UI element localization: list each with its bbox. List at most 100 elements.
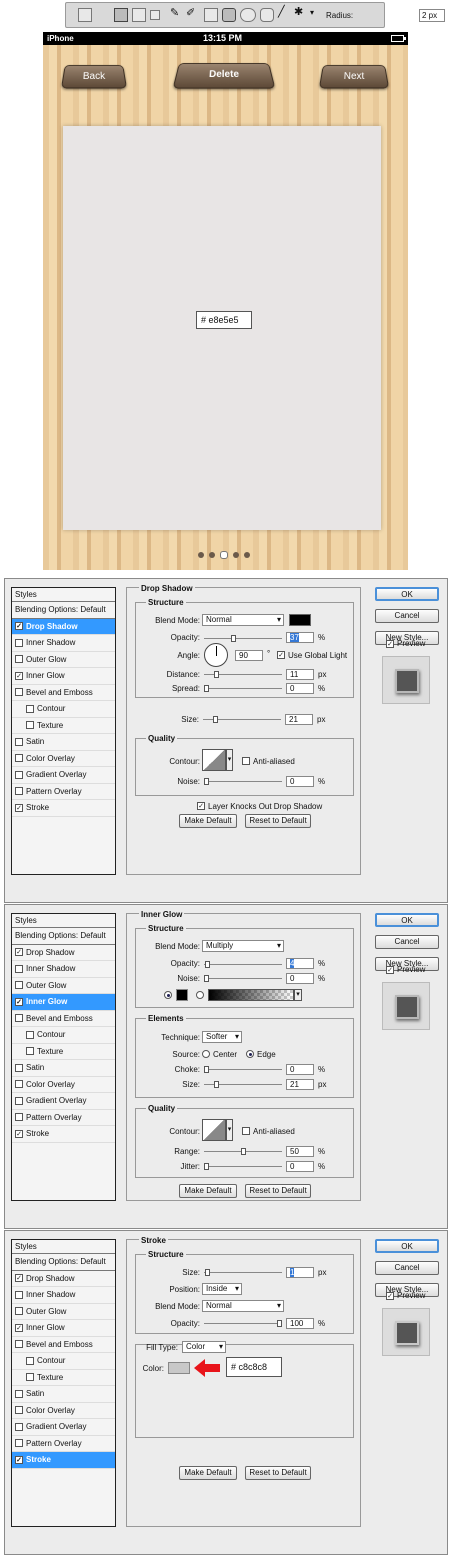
- style-item-contour[interactable]: Contour: [12, 1353, 115, 1370]
- freeform-pen-icon[interactable]: ✐: [186, 6, 200, 20]
- style-checkbox[interactable]: [15, 1422, 23, 1431]
- opacity-slider[interactable]: [204, 961, 282, 968]
- style-item-pattern-overlay[interactable]: Pattern Overlay: [12, 1436, 115, 1452]
- style-checkbox[interactable]: [26, 1047, 34, 1056]
- style-item-inner-shadow[interactable]: Inner Shadow: [12, 961, 115, 978]
- style-item-contour[interactable]: Contour: [12, 701, 115, 718]
- global-light-checkbox[interactable]: ✓: [277, 651, 285, 659]
- source-center-radio[interactable]: [202, 1050, 210, 1058]
- radius-input[interactable]: 2 px: [419, 9, 445, 22]
- slider-thumb[interactable]: [231, 635, 236, 642]
- slider-thumb[interactable]: [205, 1269, 210, 1276]
- size-input[interactable]: 1: [286, 1267, 314, 1278]
- style-item-bevel-and-emboss[interactable]: Bevel and Emboss: [12, 685, 115, 701]
- blending-options-item[interactable]: Blending Options: Default: [12, 1254, 115, 1271]
- preview-toggle[interactable]: ✓ Preview: [386, 639, 425, 648]
- ok-button[interactable]: OK: [375, 913, 439, 927]
- size-slider[interactable]: [203, 716, 281, 723]
- cancel-button[interactable]: Cancel: [375, 935, 439, 949]
- opacity-slider[interactable]: [204, 1320, 282, 1327]
- style-checkbox[interactable]: [15, 964, 23, 973]
- blending-options-item[interactable]: Blending Options: Default: [12, 928, 115, 945]
- style-item-pattern-overlay[interactable]: Pattern Overlay: [12, 1110, 115, 1126]
- style-checkbox[interactable]: [15, 737, 23, 746]
- preview-checkbox[interactable]: ✓: [386, 639, 394, 648]
- spread-slider[interactable]: [204, 685, 282, 692]
- style-checkbox[interactable]: ✓: [15, 1274, 23, 1283]
- size-input[interactable]: 21: [286, 1079, 314, 1090]
- style-checkbox[interactable]: ✓: [15, 997, 23, 1006]
- reset-default-button[interactable]: Reset to Default: [245, 1184, 311, 1198]
- slider-thumb[interactable]: [204, 778, 209, 785]
- style-checkbox[interactable]: ✓: [15, 803, 23, 812]
- style-item-contour[interactable]: Contour: [12, 1027, 115, 1044]
- spread-input[interactable]: 0: [286, 683, 314, 694]
- style-checkbox[interactable]: [15, 1096, 23, 1105]
- style-item-outer-glow[interactable]: Outer Glow: [12, 978, 115, 994]
- custom-shape-icon[interactable]: ✱: [294, 5, 308, 19]
- page-dot[interactable]: [244, 552, 250, 558]
- source-edge-radio[interactable]: [246, 1050, 254, 1058]
- cancel-button[interactable]: Cancel: [375, 1261, 439, 1275]
- choke-input[interactable]: 0: [286, 1064, 314, 1075]
- style-checkbox[interactable]: [15, 1014, 23, 1023]
- page-dot[interactable]: [233, 552, 239, 558]
- delete-button[interactable]: Delete: [172, 63, 276, 89]
- polygon-icon[interactable]: [260, 8, 274, 22]
- make-default-button[interactable]: Make Default: [179, 1184, 237, 1198]
- opacity-input[interactable]: 4: [286, 958, 314, 969]
- style-item-texture[interactable]: Texture: [12, 1370, 115, 1386]
- make-default-button[interactable]: Make Default: [179, 1466, 237, 1480]
- style-checkbox[interactable]: ✓: [15, 1129, 23, 1138]
- styles-header[interactable]: Styles: [12, 914, 115, 928]
- slider-thumb[interactable]: [277, 1320, 282, 1327]
- style-item-stroke[interactable]: ✓ Stroke: [12, 1452, 115, 1469]
- style-checkbox[interactable]: [15, 688, 23, 697]
- chevron-down-icon[interactable]: ▾: [226, 749, 233, 771]
- slider-thumb[interactable]: [204, 1066, 209, 1073]
- style-checkbox[interactable]: ✓: [15, 1323, 23, 1332]
- chevron-down-icon[interactable]: ▾: [226, 1119, 233, 1141]
- rectangle-icon[interactable]: [204, 8, 218, 22]
- style-checkbox[interactable]: [15, 655, 23, 664]
- size-input[interactable]: 21: [285, 714, 313, 725]
- fill-pixels-icon[interactable]: [150, 10, 160, 20]
- style-item-inner-glow[interactable]: ✓ Inner Glow: [12, 1320, 115, 1337]
- make-default-button[interactable]: Make Default: [179, 814, 237, 828]
- style-checkbox[interactable]: [15, 1290, 23, 1299]
- pen-icon[interactable]: ✎: [170, 6, 184, 20]
- style-checkbox[interactable]: [26, 1030, 34, 1039]
- glow-color-swatch[interactable]: [176, 989, 188, 1001]
- page-dot[interactable]: [209, 552, 215, 558]
- page-dot-active[interactable]: [220, 551, 228, 559]
- opacity-input[interactable]: 100: [286, 1318, 314, 1329]
- style-item-stroke[interactable]: ✓ Stroke: [12, 1126, 115, 1143]
- slider-thumb[interactable]: [204, 1163, 209, 1170]
- gradient-radio[interactable]: [196, 991, 204, 999]
- style-checkbox[interactable]: [15, 754, 23, 763]
- size-slider[interactable]: [204, 1081, 282, 1088]
- cancel-button[interactable]: Cancel: [375, 609, 439, 623]
- preview-checkbox[interactable]: ✓: [386, 965, 394, 974]
- contour-picker[interactable]: [202, 1119, 226, 1141]
- gradient-picker[interactable]: [208, 989, 294, 1001]
- range-input[interactable]: 50: [286, 1146, 314, 1157]
- style-checkbox[interactable]: [15, 1439, 23, 1448]
- style-checkbox[interactable]: [15, 1113, 23, 1122]
- style-item-inner-shadow[interactable]: Inner Shadow: [12, 635, 115, 652]
- choke-slider[interactable]: [204, 1066, 282, 1073]
- chevron-down-icon[interactable]: ▾: [294, 989, 302, 1001]
- style-item-inner-glow[interactable]: ✓ Inner Glow: [12, 668, 115, 685]
- style-checkbox[interactable]: ✓: [15, 948, 23, 957]
- blend-mode-select[interactable]: Normal: [202, 614, 284, 626]
- knocks-out-checkbox[interactable]: ✓: [197, 802, 205, 810]
- distance-slider[interactable]: [204, 671, 282, 678]
- shadow-color-swatch[interactable]: [289, 614, 311, 626]
- noise-slider[interactable]: [204, 778, 282, 785]
- jitter-input[interactable]: 0: [286, 1161, 314, 1172]
- style-checkbox[interactable]: ✓: [15, 622, 23, 631]
- style-checkbox[interactable]: [15, 1406, 23, 1415]
- jitter-slider[interactable]: [204, 1163, 282, 1170]
- style-item-outer-glow[interactable]: Outer Glow: [12, 652, 115, 668]
- page-dot[interactable]: [198, 552, 204, 558]
